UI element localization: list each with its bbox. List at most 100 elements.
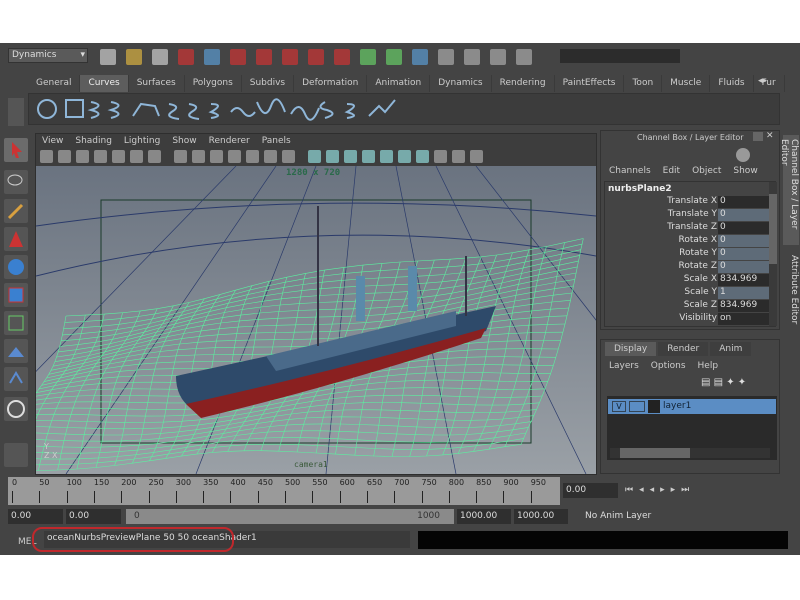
layer-tab-render[interactable]: Render [658, 342, 709, 356]
viewport-tool-icon[interactable] [246, 150, 259, 163]
channel-menu-edit[interactable]: Edit [663, 166, 680, 176]
tab-toon[interactable]: Toon [624, 75, 663, 92]
lasso-tool-icon[interactable] [4, 170, 28, 194]
status-tool-icon[interactable] [464, 49, 480, 65]
soft-mod-tool-icon[interactable] [4, 339, 28, 363]
paint-select-tool-icon[interactable] [4, 199, 28, 223]
channel-value[interactable]: 1 [718, 287, 770, 299]
viewport-tool-icon[interactable] [58, 150, 71, 163]
status-tool-icon[interactable] [360, 49, 376, 65]
viewport-tool-icon[interactable] [380, 150, 393, 163]
tab-surfaces[interactable]: Surfaces [129, 75, 185, 92]
tab-muscle[interactable]: Muscle [662, 75, 711, 92]
range-slider[interactable]: 0 1000 [126, 509, 454, 524]
perspective-viewport[interactable]: View Shading Lighting Show Renderer Panels 12… [35, 133, 597, 475]
display-icon[interactable] [736, 148, 750, 162]
layer-menu-options[interactable]: Options [651, 361, 686, 371]
start-time-field[interactable]: 0.00 [8, 509, 63, 524]
status-tool-icon[interactable] [100, 49, 116, 65]
playback-start-field[interactable]: 0.00 [66, 509, 121, 524]
quick-select-field[interactable] [560, 49, 680, 63]
channel-value[interactable]: 0 [718, 235, 770, 247]
viewport-tool-icon[interactable] [416, 150, 429, 163]
tab-attribute-editor[interactable]: Attribute Editor [783, 251, 799, 331]
curve-tools-icons[interactable] [29, 94, 429, 124]
status-tool-icon[interactable] [230, 49, 246, 65]
layer-tab-display[interactable]: Display [605, 342, 657, 356]
tab-dynamics[interactable]: Dynamics [430, 75, 492, 92]
shelf-menu-button[interactable] [8, 98, 24, 126]
anim-layer-dropdown[interactable]: No Anim Layer [585, 511, 651, 521]
channel-row[interactable]: Translate X0 [605, 196, 785, 209]
viewport-tool-icon[interactable] [282, 150, 295, 163]
channel-value[interactable]: 0 [718, 209, 770, 221]
tab-subdivs[interactable]: Subdivs [242, 75, 295, 92]
tab-polygons[interactable]: Polygons [185, 75, 242, 92]
tab-painteffects[interactable]: PaintEffects [555, 75, 625, 92]
viewport-tool-icon[interactable] [362, 150, 375, 163]
channel-value[interactable]: on [718, 313, 770, 325]
status-tool-icon[interactable] [516, 49, 532, 65]
manipulator-tool-icon[interactable] [4, 311, 28, 335]
playback-controls[interactable]: ⏮◂◂▸▸⏭ [625, 485, 695, 495]
channel-value[interactable]: 0 [718, 261, 770, 273]
tab-curves[interactable]: Curves [80, 75, 129, 92]
status-tool-icon[interactable] [126, 49, 142, 65]
status-tool-icon[interactable] [490, 49, 506, 65]
viewport-menu-panels[interactable]: Panels [262, 136, 291, 146]
channel-row[interactable]: Rotate Z0 [605, 261, 785, 274]
viewport-tool-icon[interactable] [76, 150, 89, 163]
layer-color-swatch[interactable] [648, 400, 660, 413]
tab-animation[interactable]: Animation [367, 75, 431, 92]
layer-scrollbar[interactable] [610, 448, 770, 458]
layer-menu-help[interactable]: Help [698, 361, 719, 371]
close-icon[interactable]: ✕ [766, 131, 774, 141]
viewport-tool-icon[interactable] [192, 150, 205, 163]
menu-set-dropdown[interactable]: Dynamics ▾ [8, 48, 88, 63]
status-tool-icon[interactable] [386, 49, 402, 65]
channel-row[interactable]: Visibility on [605, 313, 785, 326]
tab-channel-box[interactable]: Channel Box / Layer Editor [779, 135, 799, 245]
viewport-menu-shading[interactable]: Shading [75, 136, 112, 146]
channel-row[interactable]: Scale X 834.969 [605, 274, 785, 287]
viewport-tool-icon[interactable] [264, 150, 277, 163]
playback-end-field[interactable]: 1000.00 [457, 509, 511, 524]
viewport-canvas[interactable]: 1280 x 720 camera1 YZ X [36, 166, 596, 474]
tab-fluids[interactable]: Fluids [710, 75, 754, 92]
viewport-tool-icon[interactable] [130, 150, 143, 163]
quick-layout-icon[interactable] [4, 443, 28, 467]
layer-create-icons[interactable]: ▤ ▤ ✦ ✦ [701, 377, 746, 388]
viewport-tool-icon[interactable] [434, 150, 447, 163]
viewport-menu-renderer[interactable]: Renderer [209, 136, 250, 146]
viewport-tool-icon[interactable] [148, 150, 161, 163]
channel-menu-show[interactable]: Show [733, 166, 757, 176]
status-tool-icon[interactable] [178, 49, 194, 65]
select-tool-icon[interactable] [4, 138, 28, 162]
float-icon[interactable] [753, 132, 763, 141]
channel-value[interactable]: 0 [718, 248, 770, 260]
status-tool-icon[interactable] [282, 49, 298, 65]
tab-deformation[interactable]: Deformation [294, 75, 368, 92]
viewport-tool-icon[interactable] [228, 150, 241, 163]
viewport-tool-icon[interactable] [470, 150, 483, 163]
end-time-field[interactable]: 1000.00 [514, 509, 568, 524]
layer-menu-layers[interactable]: Layers [609, 361, 639, 371]
status-tool-icon[interactable] [256, 49, 272, 65]
current-frame-field[interactable]: 0.00 [563, 483, 618, 498]
time-slider[interactable]: 0 50 100 150 200 250 300 350 400 450 500 550 600 650 7… [8, 477, 560, 505]
channel-row[interactable]: Translate Z0 [605, 222, 785, 235]
scale-tool-icon[interactable] [4, 283, 28, 307]
status-tool-icon[interactable] [204, 49, 220, 65]
viewport-tool-icon[interactable] [452, 150, 465, 163]
tab-general[interactable]: General [28, 75, 81, 92]
viewport-tool-icon[interactable] [112, 150, 125, 163]
status-tool-icon[interactable] [308, 49, 324, 65]
layer-tab-anim[interactable]: Anim [710, 342, 752, 356]
channel-value[interactable]: 0 [718, 222, 770, 234]
channel-menu-object[interactable]: Object [692, 166, 721, 176]
viewport-tool-icon[interactable] [210, 150, 223, 163]
viewport-menu-view[interactable]: View [42, 136, 63, 146]
status-tool-icon[interactable] [412, 49, 428, 65]
tab-rendering[interactable]: Rendering [492, 75, 555, 92]
viewport-menu-lighting[interactable]: Lighting [124, 136, 160, 146]
